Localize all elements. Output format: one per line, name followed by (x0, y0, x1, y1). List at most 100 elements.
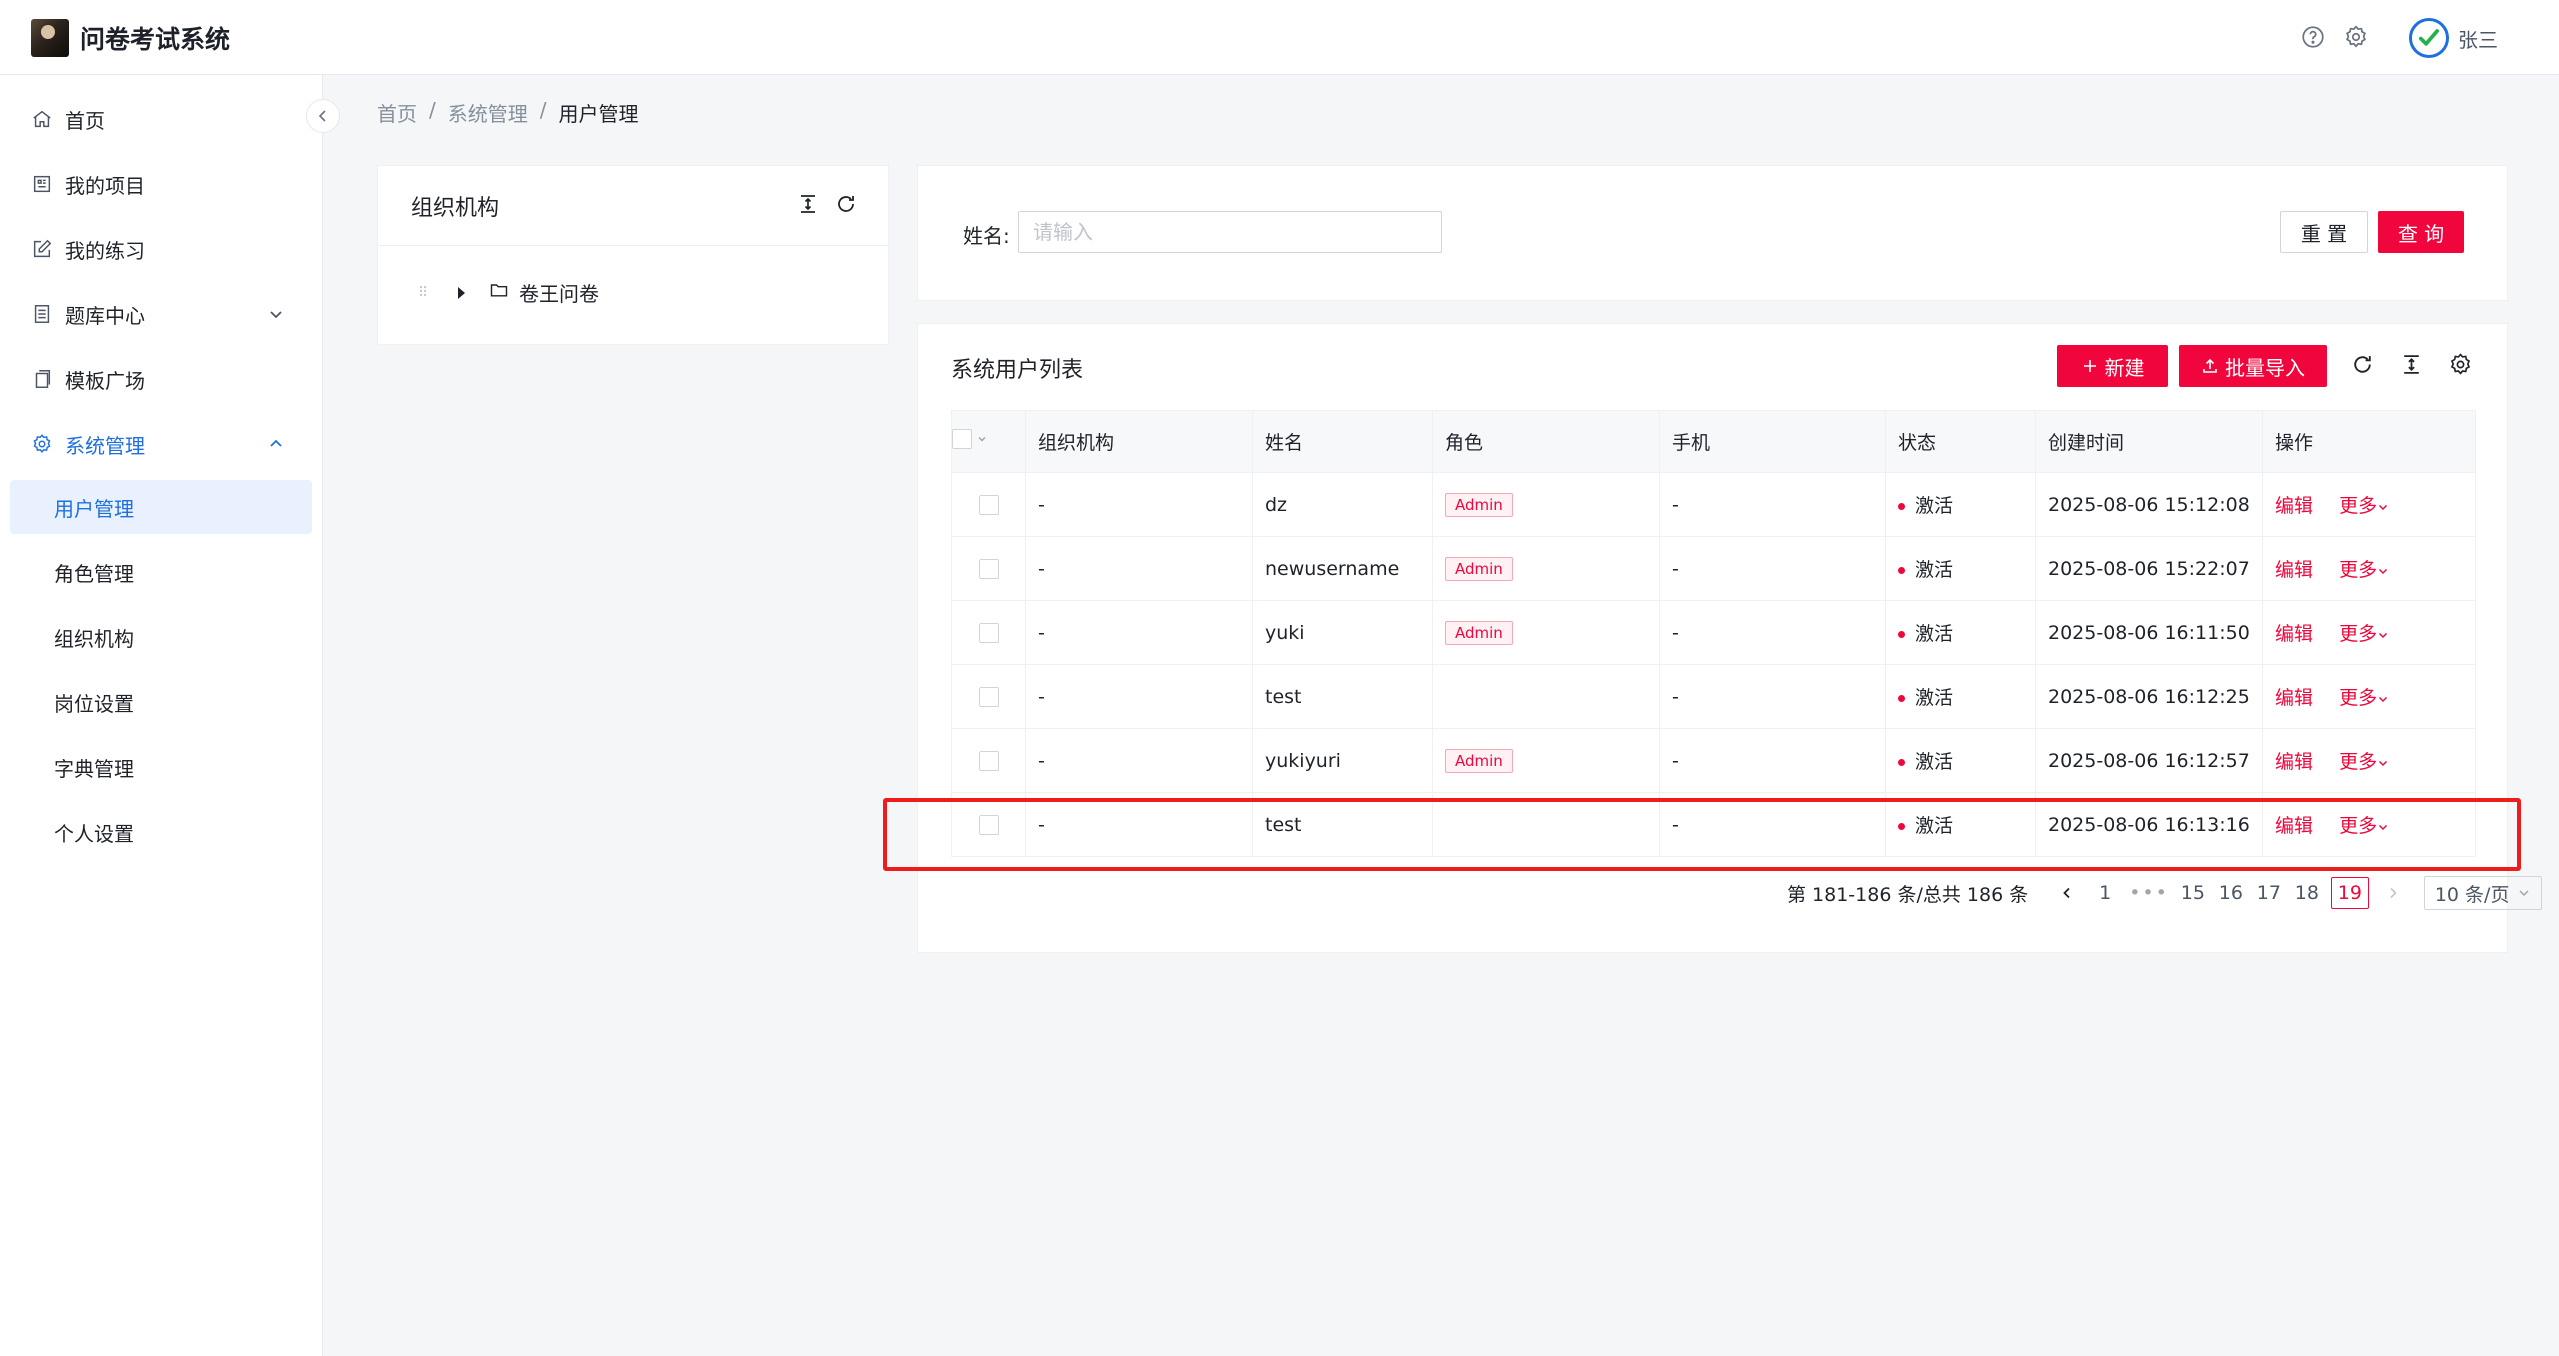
sidebar-item-system-management[interactable]: 系统管理 (10, 417, 312, 471)
sidebar-item-template-plaza[interactable]: 模板广场 (10, 352, 312, 406)
cell-org: - (1025, 792, 1253, 857)
table-row[interactable]: - yukiyuri Admin - 激活 2025-08-06 16:12:5… (951, 728, 2476, 793)
drag-handle-icon[interactable]: ⠿ (418, 285, 434, 301)
table-row[interactable]: - yuki Admin - 激活 2025-08-06 16:11:50 编辑… (951, 600, 2476, 665)
cell-phone: - (1659, 600, 1886, 665)
page-17[interactable]: 17 (2255, 877, 2283, 909)
cell-phone: - (1659, 472, 1886, 537)
more-dropdown[interactable]: 更多 (2339, 751, 2389, 773)
sidebar-item-my-projects[interactable]: 我的项目 (10, 157, 312, 211)
row-checkbox-cell[interactable] (951, 472, 1026, 537)
org-panel-title: 组织机构 (411, 195, 500, 221)
row-checkbox[interactable] (978, 687, 999, 707)
column-header-name: 姓名 (1252, 410, 1433, 473)
batch-import-button[interactable]: 批量导入 (2179, 345, 2327, 387)
sidebar-item-my-practice[interactable]: 我的练习 (10, 222, 312, 276)
row-checkbox[interactable] (978, 623, 999, 643)
row-checkbox-cell[interactable] (951, 792, 1026, 857)
page-16[interactable]: 16 (2217, 877, 2245, 909)
status-text: 激活 (1915, 559, 1954, 581)
row-checkbox-cell[interactable] (951, 728, 1026, 793)
row-checkbox[interactable] (978, 559, 999, 579)
cell-actions: 编辑 更多 (2262, 728, 2476, 793)
sidebar-subitem-personal-settings[interactable]: 个人设置 (10, 805, 312, 859)
page-1[interactable]: 1 (2091, 877, 2119, 909)
row-checkbox-cell[interactable] (951, 600, 1026, 665)
more-dropdown[interactable]: 更多 (2339, 815, 2389, 837)
next-page-button[interactable] (2379, 877, 2407, 909)
select-all-checkbox[interactable] (952, 429, 972, 449)
database-icon (31, 303, 53, 325)
edit-link[interactable]: 编辑 (2275, 815, 2313, 837)
sidebar-item-label: 我的练习 (65, 238, 145, 263)
page-ellipsis[interactable]: ••• (2129, 877, 2169, 909)
chevron-down-icon[interactable] (976, 433, 988, 445)
page-18[interactable]: 18 (2293, 877, 2321, 909)
help-icon[interactable] (2300, 24, 2326, 50)
more-dropdown[interactable]: 更多 (2339, 623, 2389, 645)
sidebar-item-label: 系统管理 (65, 433, 145, 458)
upload-icon (2203, 358, 2217, 373)
row-checkbox-cell[interactable] (951, 664, 1026, 729)
sidebar-subitem-organization[interactable]: 组织机构 (10, 610, 312, 664)
refresh-icon[interactable] (2350, 352, 2375, 382)
user-table: 组织机构 姓名 角色 手机 状态 创建时间 操作 - dz Admin - 激活… (951, 410, 2476, 857)
tree-node-label: 卷王问卷 (519, 282, 599, 306)
more-dropdown[interactable]: 更多 (2339, 495, 2389, 517)
row-checkbox[interactable] (978, 751, 999, 771)
column-settings-icon[interactable] (2448, 352, 2473, 382)
sidebar-subitem-user-management[interactable]: 用户管理 (10, 480, 312, 534)
row-checkbox[interactable] (978, 495, 999, 515)
cell-role (1432, 664, 1660, 729)
sidebar-item-home[interactable]: 首页 (10, 92, 312, 146)
user-name[interactable]: 张三 (2458, 24, 2498, 53)
breadcrumb-home[interactable]: 首页 (377, 98, 417, 127)
edit-link[interactable]: 编辑 (2275, 559, 2313, 581)
new-user-button[interactable]: 新建 (2057, 345, 2168, 387)
column-height-icon[interactable] (2399, 352, 2424, 382)
sidebar-subitem-dictionary[interactable]: 字典管理 (10, 740, 312, 794)
page-15[interactable]: 15 (2179, 877, 2207, 909)
breadcrumb-system[interactable]: 系统管理 (448, 98, 528, 127)
column-header-created: 创建时间 (2035, 410, 2263, 473)
table-row[interactable]: - newusername Admin - 激活 2025-08-06 15:2… (951, 536, 2476, 601)
sidebar-subitem-role-management[interactable]: 角色管理 (10, 545, 312, 599)
chevron-up-icon (266, 434, 286, 454)
sidebar-collapse-button[interactable] (306, 99, 340, 133)
table-row[interactable]: - test - 激活 2025-08-06 16:13:16 编辑 更多 (951, 792, 2476, 857)
edit-link[interactable]: 编辑 (2275, 751, 2313, 773)
name-search-input[interactable] (1018, 211, 1442, 253)
chevron-down-icon (2379, 760, 2388, 766)
prev-page-button[interactable] (2053, 877, 2081, 909)
column-header-status: 状态 (1885, 410, 2036, 473)
breadcrumb-separator: / (539, 98, 547, 122)
edit-link[interactable]: 编辑 (2275, 495, 2313, 517)
settings-gear-icon[interactable] (2343, 24, 2369, 50)
sidebar-subitem-position-settings[interactable]: 岗位设置 (10, 675, 312, 729)
status-dot-icon (1898, 503, 1905, 510)
caret-right-icon[interactable] (458, 286, 465, 299)
page-size-select[interactable]: 10 条/页 (2423, 876, 2542, 910)
tree-node-root[interactable]: ⠿ 卷王问卷 (418, 278, 599, 307)
refresh-icon[interactable] (834, 192, 858, 222)
page-19-current[interactable]: 19 (2330, 877, 2369, 909)
select-all-header[interactable] (951, 410, 1026, 473)
row-checkbox[interactable] (978, 815, 999, 835)
list-title: 系统用户列表 (951, 358, 1084, 383)
cell-role (1432, 792, 1660, 857)
edit-link[interactable]: 编辑 (2275, 687, 2313, 709)
more-dropdown[interactable]: 更多 (2339, 559, 2389, 581)
edit-link[interactable]: 编辑 (2275, 623, 2313, 645)
reset-button[interactable]: 重 置 (2280, 211, 2368, 253)
column-height-icon[interactable] (796, 192, 820, 222)
sidebar-item-label: 首页 (65, 108, 105, 133)
search-panel: 姓名: 重 置 查 询 (917, 165, 2508, 301)
query-button[interactable]: 查 询 (2378, 211, 2464, 253)
cell-name: test (1252, 792, 1433, 857)
sidebar-item-question-bank[interactable]: 题库中心 (10, 287, 312, 341)
table-row[interactable]: - test - 激活 2025-08-06 16:12:25 编辑 更多 (951, 664, 2476, 729)
table-row[interactable]: - dz Admin - 激活 2025-08-06 15:12:08 编辑 更… (951, 472, 2476, 537)
user-avatar[interactable] (2409, 18, 2449, 58)
row-checkbox-cell[interactable] (951, 536, 1026, 601)
more-dropdown[interactable]: 更多 (2339, 687, 2389, 709)
